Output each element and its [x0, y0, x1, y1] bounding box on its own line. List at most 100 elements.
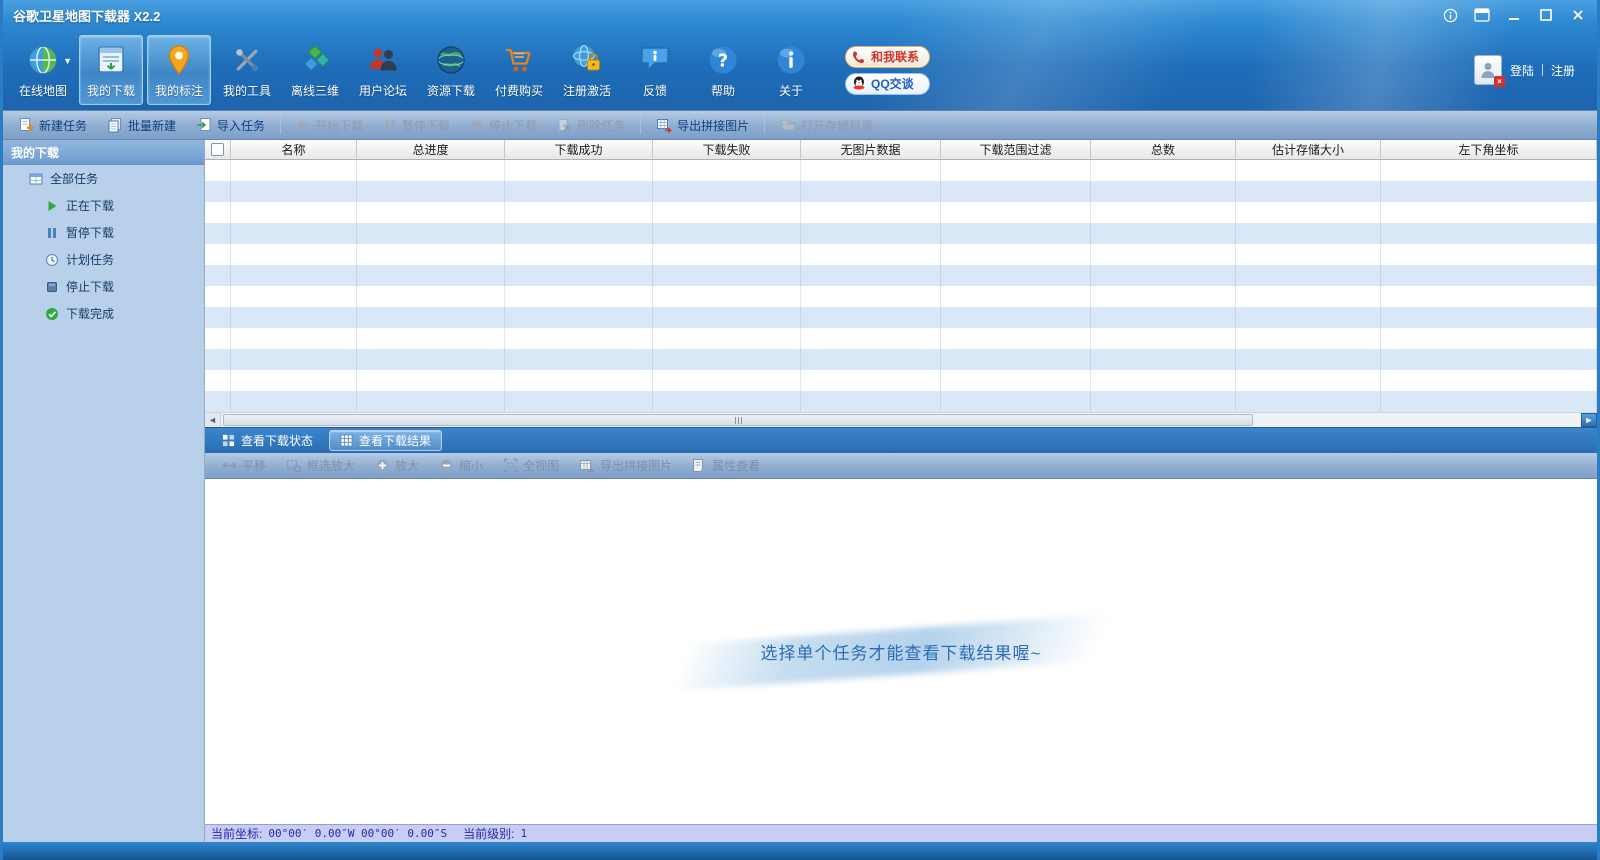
tab-download-results[interactable]: 查看下载结果 — [329, 430, 442, 451]
toolbar-item-register[interactable]: 注册激活 — [555, 35, 619, 105]
table-row[interactable] — [205, 370, 1597, 391]
pan-button[interactable]: 平移 — [213, 455, 275, 477]
sidebar-item-downloading[interactable]: 正在下载 — [3, 192, 204, 219]
scrollbar-thumb[interactable] — [223, 414, 1253, 426]
select-all-checkbox[interactable] — [211, 143, 224, 156]
sidebar-item-completed[interactable]: 下载完成 — [3, 300, 204, 327]
table-cell — [505, 349, 653, 370]
pause-download-button[interactable]: 暂停下载 — [374, 113, 459, 137]
import-task-button[interactable]: 导入任务 — [187, 113, 274, 137]
toolbar-item-label: 付费购买 — [495, 82, 543, 99]
column-header[interactable]: 下载失败 — [653, 140, 801, 159]
table-row[interactable] — [205, 286, 1597, 307]
avatar[interactable]: × — [1474, 55, 1502, 85]
stop-download-button[interactable]: 停止下载 — [461, 113, 546, 137]
start-download-button[interactable]: 开始下载 — [287, 113, 372, 137]
column-header[interactable]: 左下角坐标 — [1381, 140, 1597, 159]
toolbar-item-resource-download[interactable]: 资源下载 — [419, 35, 483, 105]
column-header[interactable]: 下载成功 — [505, 140, 653, 159]
export-stitched-image-button-2[interactable]: 导出拼接图片 — [570, 455, 681, 477]
toolbar-item-offline-3d[interactable]: 离线三维 — [283, 35, 347, 105]
login-link[interactable]: 登陆 — [1510, 62, 1534, 79]
column-header[interactable]: 无图片数据 — [801, 140, 941, 159]
open-storage-dir-button[interactable]: 打开存储目录 — [771, 113, 882, 137]
table-row[interactable] — [205, 244, 1597, 265]
toolbar-item-feedback[interactable]: 反馈 — [623, 35, 687, 105]
toolbar-item-online-map[interactable]: ▼ 在线地图 — [11, 35, 75, 105]
info-icon[interactable] — [1441, 7, 1459, 23]
table-cell — [205, 328, 231, 349]
table-cell — [357, 286, 505, 307]
full-view-button[interactable]: 全视图 — [494, 455, 568, 477]
toolbar-item-my-annotations[interactable]: 我的标注 — [147, 35, 211, 105]
chevron-down-icon[interactable]: ▼ — [63, 56, 72, 66]
column-header[interactable]: 下载范围过滤 — [941, 140, 1091, 159]
toolbar-item-my-downloads[interactable]: 我的下载 — [79, 35, 143, 105]
minimize-icon[interactable] — [1505, 7, 1523, 23]
table-row[interactable] — [205, 328, 1597, 349]
toolbar-item-user-forum[interactable]: 用户论坛 — [351, 35, 415, 105]
svg-text:?: ? — [718, 50, 728, 71]
toolbar-item-label: 反馈 — [643, 82, 667, 99]
table-row[interactable] — [205, 349, 1597, 370]
zoom-out-button[interactable]: 缩小 — [430, 455, 492, 477]
table-row[interactable] — [205, 391, 1597, 412]
box-zoom-button[interactable]: 框选放大 — [277, 455, 364, 477]
qq-chat-button[interactable]: QQ交谈 — [845, 73, 930, 95]
column-header[interactable]: 总数 — [1091, 140, 1236, 159]
table-cell — [505, 328, 653, 349]
table-row[interactable] — [205, 307, 1597, 328]
export-image-icon — [656, 117, 672, 133]
sidebar-item-scheduled[interactable]: 计划任务 — [3, 246, 204, 273]
column-header[interactable]: 总进度 — [357, 140, 505, 159]
table-row[interactable] — [205, 265, 1597, 286]
table-row[interactable] — [205, 181, 1597, 202]
table-cell — [1236, 244, 1381, 265]
qq-penguin-icon — [852, 76, 866, 91]
toolbar-item-label: 我的工具 — [223, 82, 271, 99]
table-cell — [801, 349, 941, 370]
table-cell — [1236, 349, 1381, 370]
toolbar-item-about[interactable]: 关于 — [759, 35, 823, 105]
table-cell — [505, 286, 653, 307]
register-link[interactable]: 注册 — [1551, 62, 1575, 79]
window-bottom-border — [3, 842, 1597, 860]
skin-icon[interactable] — [1473, 7, 1491, 23]
result-toolbar: 平移 框选放大 放大 缩小 全视图 — [205, 453, 1597, 479]
sidebar-item-label: 下载完成 — [66, 305, 114, 322]
scroll-left-icon[interactable]: ◄ — [205, 413, 221, 427]
table-header: 名称 总进度 下载成功 下载失败 无图片数据 下载范围过滤 总数 估计存储大小 … — [205, 140, 1597, 160]
table-cell — [1091, 328, 1236, 349]
titlebar[interactable]: 谷歌卫星地图下载器 X2.2 — [3, 0, 1597, 30]
tab-download-status[interactable]: 查看下载状态 — [211, 430, 324, 451]
close-icon[interactable] — [1569, 7, 1587, 23]
column-header[interactable]: 估计存储大小 — [1236, 140, 1381, 159]
view-properties-button[interactable]: 属性查看 — [683, 455, 769, 477]
toolbar-item-help[interactable]: ? 帮助 — [691, 35, 755, 105]
export-stitched-image-button[interactable]: 导出拼接图片 — [647, 113, 758, 137]
table-cell — [205, 391, 231, 412]
new-task-button[interactable]: 新建任务 — [9, 113, 96, 137]
maximize-icon[interactable] — [1537, 7, 1555, 23]
table-row[interactable] — [205, 223, 1597, 244]
sidebar-item-paused[interactable]: 暂停下载 — [3, 219, 204, 246]
table-cell — [205, 181, 231, 202]
toolbar-item-purchase[interactable]: 付费购买 — [487, 35, 551, 105]
scroll-right-icon[interactable]: ► — [1581, 413, 1597, 427]
bottom-tabs-bar: 查看下载状态 查看下载结果 — [205, 427, 1597, 453]
delete-task-button[interactable]: 删除任务 — [548, 113, 634, 137]
table-row[interactable] — [205, 160, 1597, 181]
table-cell — [1236, 181, 1381, 202]
horizontal-scrollbar[interactable]: ◄ ► — [205, 412, 1597, 427]
table-cell — [801, 391, 941, 412]
toolbar-item-my-tools[interactable]: 我的工具 — [215, 35, 279, 105]
column-header[interactable]: 名称 — [231, 140, 357, 159]
table-row[interactable] — [205, 202, 1597, 223]
sidebar-item-all-tasks[interactable]: 全部任务 — [3, 165, 204, 192]
batch-new-button[interactable]: 批量新建 — [98, 113, 185, 137]
zoom-in-button[interactable]: 放大 — [366, 455, 428, 477]
zoom-in-label: 放大 — [395, 457, 419, 474]
pause-icon — [45, 226, 59, 240]
contact-me-button[interactable]: 和我联系 — [845, 46, 930, 68]
sidebar-item-stopped[interactable]: 停止下载 — [3, 273, 204, 300]
